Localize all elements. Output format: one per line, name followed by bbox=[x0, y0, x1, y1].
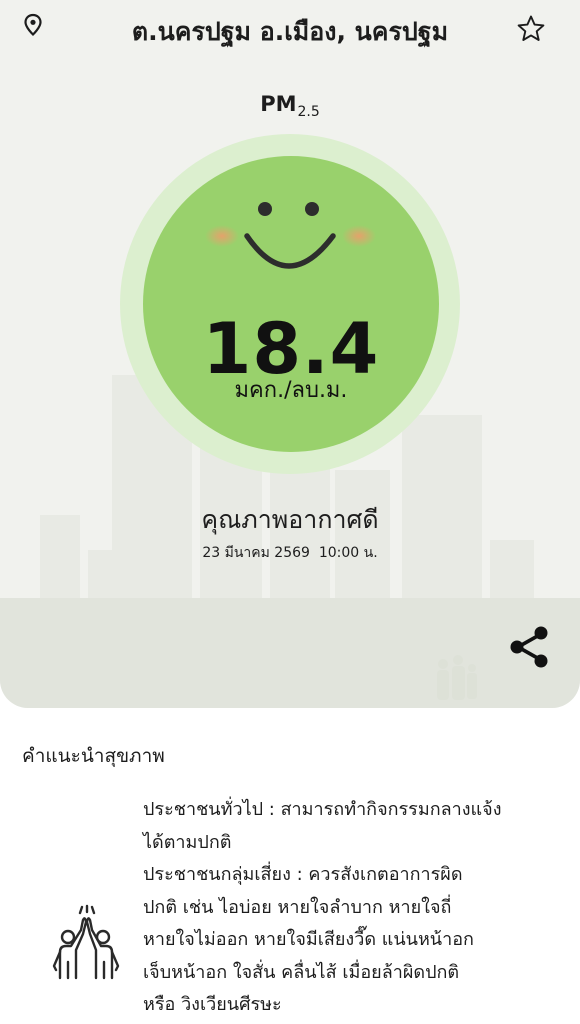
advice-line: ประชาชนกลุ่มเสี่ยง : ควรสังเกตอาการผิด bbox=[143, 864, 463, 885]
pm-label: PM2.5 bbox=[0, 92, 580, 120]
advice-line: ปกติ เช่น ไอบ่อย หายใจลำบาก หายใจถี่ bbox=[143, 896, 452, 918]
advice-line: ได้ตามปกติ bbox=[143, 831, 232, 853]
people-high-five-icon bbox=[52, 904, 120, 980]
advice-line: ประชาชนทั่วไป : สามารถทำกิจกรรมกลางแจ้ง bbox=[143, 799, 502, 820]
pm-label-subscript: 2.5 bbox=[297, 104, 320, 120]
share-icon[interactable] bbox=[508, 624, 552, 670]
air-quality-label: คุณภาพอากาศดี bbox=[201, 505, 379, 534]
pm-label-text: PM bbox=[260, 92, 297, 116]
advice-line: หายใจไม่ออก หายใจมีเสียงวี๊ด แน่นหน้าอก bbox=[143, 929, 474, 950]
measurement-timestamp: 23 มีนาคม 2569 10:00 น. bbox=[202, 545, 378, 561]
pm-unit: มคก./ลบ.ม. bbox=[234, 378, 348, 403]
favorite-star-icon[interactable] bbox=[515, 13, 547, 45]
air-quality-hero: ต.นครปฐม อ.เมือง, นครปฐม PM2.5 18.4 มคก.… bbox=[0, 0, 580, 708]
health-advice-text: ประชาชนทั่วไป : สามารถทำกิจกรรมกลางแจ้ง … bbox=[143, 794, 563, 1022]
advice-line: เจ็บหน้าอก ใจสั่น คลื่นไส้ เมื่อยล้าผิดป… bbox=[143, 961, 460, 983]
location-title[interactable]: ต.นครปฐม อ.เมือง, นครปฐม bbox=[70, 12, 510, 52]
location-pin-icon[interactable] bbox=[22, 13, 44, 37]
advice-line: หรือ วิงเวียนศีรษะ bbox=[143, 994, 282, 1015]
smiley-face-icon bbox=[205, 202, 376, 269]
health-advice-title: คำแนะนำสุขภาพ bbox=[22, 745, 165, 767]
top-bar: ต.นครปฐม อ.เมือง, นครปฐม bbox=[0, 0, 580, 56]
